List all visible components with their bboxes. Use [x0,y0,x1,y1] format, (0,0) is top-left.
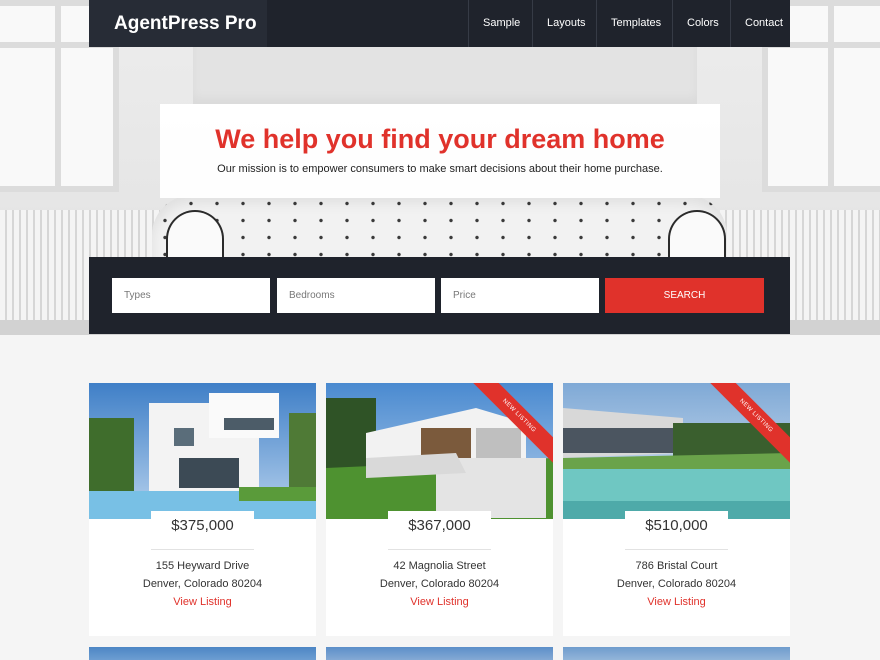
view-listing-link[interactable]: View Listing [563,596,790,608]
listing-address: 42 Magnolia Street [393,560,486,572]
divider [625,549,728,550]
intro-subtitle: Our mission is to empower consumers to m… [217,163,663,175]
listing-price: $375,000 [151,511,254,541]
search-button[interactable]: SEARCH [605,278,764,313]
main-nav: Sample Layouts Templates Colors Contact [468,0,790,47]
bedrooms-select[interactable]: Bedrooms [277,278,435,313]
view-listing-link[interactable]: View Listing [326,596,553,608]
nav-sample[interactable]: Sample [468,0,532,47]
listing-price: $510,000 [625,511,728,541]
nav-templates[interactable]: Templates [596,0,672,47]
listing-card: $375,000 155 Heyward Drive Denver, Color… [89,383,316,636]
listing-photo[interactable]: NEW LISTING [563,383,790,519]
divider [388,549,491,550]
listing-photo[interactable] [89,383,316,519]
view-listing-link[interactable]: View Listing [89,596,316,608]
nav-layouts[interactable]: Layouts [532,0,596,47]
divider [151,549,254,550]
listing-photo[interactable]: NEW LISTING [326,383,553,519]
listing-card: NEW LISTING $367,000 42 Magnolia Street … [326,383,553,636]
listing-photo-partial[interactable] [89,647,316,660]
price-select[interactable]: Price [441,278,599,313]
listing-city: Denver, Colorado 80204 [379,578,500,590]
site-header: AgentPress Pro Sample Layouts Templates … [89,0,790,47]
listing-address: 786 Bristal Court [635,560,718,572]
listing-photo-partial[interactable] [563,647,790,660]
nav-contact[interactable]: Contact [730,0,790,47]
intro-box: We help you find your dream home Our mis… [160,104,720,198]
listing-address: 155 Heyward Drive [155,560,250,572]
listing-price: $367,000 [388,511,491,541]
property-search-bar: Types Bedrooms Price SEARCH [89,257,790,334]
types-select[interactable]: Types [112,278,270,313]
listing-photo-partial[interactable] [326,647,553,660]
listing-card: NEW LISTING $510,000 786 Bristal Court D… [563,383,790,636]
listing-city: Denver, Colorado 80204 [616,578,737,590]
nav-colors[interactable]: Colors [672,0,730,47]
intro-title: We help you find your dream home [215,124,665,154]
listing-city: Denver, Colorado 80204 [142,578,263,590]
site-logo[interactable]: AgentPress Pro [89,0,267,47]
